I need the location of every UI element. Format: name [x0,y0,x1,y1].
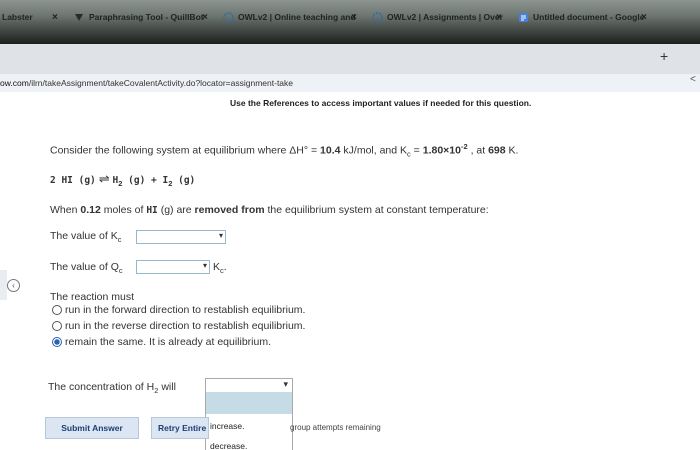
chevron-down-icon: ▾ [218,231,223,240]
reaction-must-label: The reaction must [50,291,135,303]
new-tab-button[interactable]: + [660,48,668,64]
tab-label: Paraphrasing Tool - QuillBot [89,12,204,22]
side-panel-edge [0,270,7,300]
address-bar[interactable]: ow.com/ilrn/takeAssignment/takeCovalentA… [0,74,700,92]
concentration-dropdown[interactable]: ▾ increase. decrease. [205,378,293,450]
reaction-equation: 2 HI (g) ⇌ H2 (g) + I2 (g) [50,171,196,189]
group-attempts-note: group attempts remaining [290,423,381,432]
qc-suffix: Kc. [213,261,227,276]
option-remain-same[interactable]: remain the same. It is already at equili… [52,336,271,348]
owl-icon [223,11,234,23]
close-icon[interactable]: × [351,12,357,23]
kc-select[interactable]: ▾ [136,230,226,244]
submit-answer-button[interactable]: Submit Answer [45,417,139,439]
tab-owl-online-teaching[interactable]: OWLv2 | Online teaching and × [223,6,357,28]
collapse-panel-icon[interactable]: ‹ [7,279,20,292]
question-intro: Consider the following system at equilib… [50,142,519,159]
radio-button[interactable] [52,321,62,331]
chevron-down-icon: ▾ [283,379,288,389]
url-domain: ow.com [0,78,29,88]
url-path: /ilrn/takeAssignment/takeCovalentActivit… [28,78,294,88]
browser-tab-bar [0,44,700,74]
option-forward[interactable]: run in the forward direction to restabli… [52,304,305,316]
close-icon[interactable]: × [496,12,502,23]
chevron-left-icon[interactable]: < [690,74,696,85]
radio-button[interactable] [52,305,62,315]
qc-select[interactable]: ▾ [136,260,210,274]
references-note: Use the References to access important v… [230,98,532,108]
qc-label: The value of Qc [50,261,123,276]
close-icon[interactable]: × [202,12,208,23]
tab-google-docs[interactable]: Untitled document - Google × [518,6,647,28]
concentration-label: The concentration of H2 will [48,381,176,396]
kc-label: The value of Kc [50,230,122,245]
tab-owl-assignments[interactable]: OWLv2 | Assignments | Over × [372,6,503,28]
dropdown-option-decrease[interactable]: decrease. [210,441,247,450]
option-reverse[interactable]: run in the reverse direction to restabli… [52,320,305,332]
close-icon[interactable]: × [641,12,647,23]
dropdown-option-increase[interactable]: increase. [210,421,245,431]
quillbot-icon [74,12,85,23]
tab-label: Untitled document - Google [533,12,645,22]
owl-icon [372,11,383,23]
tab-label: Labster [2,12,33,22]
equilibrium-arrow-icon: ⇌ [98,171,110,186]
tab-quillbot[interactable]: Paraphrasing Tool - QuillBot × [74,6,208,28]
tab-label: OWLv2 | Assignments | Over [387,12,503,22]
change-statement: When 0.12 moles of HI (g) are removed fr… [50,204,489,216]
docs-icon [518,12,529,23]
tab-labster[interactable]: Labster × [2,6,58,28]
chevron-down-icon: ▾ [202,261,207,270]
close-icon[interactable]: × [52,12,58,23]
retry-entire-button[interactable]: Retry Entire [151,417,209,439]
dropdown-highlight [206,392,292,414]
radio-button-selected[interactable] [52,337,62,347]
tab-label: OWLv2 | Online teaching and [238,12,356,22]
